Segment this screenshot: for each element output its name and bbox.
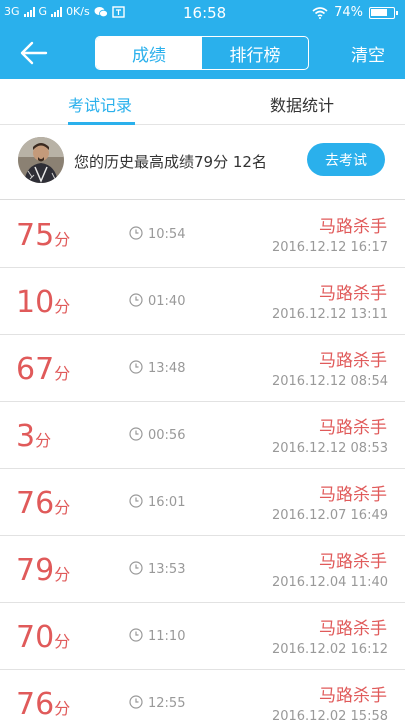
record-title: 马路杀手: [319, 284, 387, 304]
score-value: 79: [16, 553, 55, 588]
list-item[interactable]: 79分 13:53 马路杀手 2016.12.04 11:40: [0, 536, 405, 603]
score-value: 3: [16, 419, 36, 454]
record-title: 马路杀手: [319, 485, 387, 505]
record-date: 2016.12.02 15:58: [271, 709, 388, 720]
score: 75分: [16, 218, 70, 253]
score-value: 76: [16, 486, 55, 521]
record-title: 马路杀手: [319, 217, 387, 237]
status-left: 3G G 0K/s: [4, 5, 125, 18]
score-unit: 分: [54, 498, 71, 517]
score-value: 70: [16, 620, 55, 655]
notification-icon: [112, 5, 125, 18]
list-item[interactable]: 76分 16:01 马路杀手 2016.12.07 16:49: [0, 469, 405, 536]
segment-control: 成绩 排行榜: [95, 36, 309, 70]
tab-scores[interactable]: 成绩: [96, 37, 202, 69]
battery-percent: 74%: [334, 5, 363, 20]
tab-ranking[interactable]: 排行榜: [202, 37, 308, 69]
nav-bar: 成绩 排行榜 清空: [0, 27, 405, 79]
score-unit: 分: [54, 297, 71, 316]
duration: 00:56: [148, 428, 186, 443]
clock-icon: [129, 427, 143, 441]
clock-icon: [129, 628, 143, 642]
score-value: 10: [16, 285, 55, 320]
wechat-icon: [94, 6, 108, 17]
battery-icon: [369, 6, 398, 19]
list-item[interactable]: 10分 01:40 马路杀手 2016.12.12 13:11: [0, 268, 405, 335]
clear-button[interactable]: 清空: [351, 41, 385, 66]
signal-icon: [23, 6, 35, 17]
duration: 11:10: [148, 629, 186, 644]
duration: 13:53: [148, 562, 186, 577]
status-bar: 3G G 0K/s 16:58 74%: [0, 0, 405, 27]
score-unit: 分: [54, 565, 71, 584]
score: 67分: [16, 352, 70, 387]
tab-indicator: [68, 122, 135, 125]
score-unit: 分: [35, 431, 52, 450]
network-speed: 0K/s: [66, 5, 90, 18]
take-exam-button[interactable]: 去考试: [307, 143, 385, 176]
back-button[interactable]: [18, 39, 50, 67]
summary-bar: 您的历史最高成绩79分 12名 去考试: [0, 126, 405, 200]
score-unit: 分: [54, 230, 71, 249]
record-date: 2016.12.12 13:11: [271, 307, 388, 322]
record-title: 马路杀手: [319, 351, 387, 371]
record-title: 马路杀手: [319, 619, 387, 639]
tab-exam-records[interactable]: 考试记录: [68, 92, 132, 116]
network-type-2: G: [38, 5, 48, 18]
score-value: 67: [16, 352, 55, 387]
score-unit: 分: [54, 699, 71, 718]
duration: 16:01: [148, 495, 186, 510]
score-unit: 分: [54, 364, 71, 383]
score-value: 75: [16, 218, 55, 253]
clock-icon: [129, 226, 143, 240]
records-list: 75分 10:54 马路杀手 2016.12.12 16:17 10分 01:40 马路杀手…: [0, 201, 405, 720]
wifi-icon: [312, 6, 328, 19]
clock-icon: [129, 695, 143, 709]
clock-icon: [129, 561, 143, 575]
score-unit: 分: [54, 632, 71, 651]
network-type-1: 3G: [4, 5, 20, 18]
score: 79分: [16, 553, 70, 588]
record-date: 2016.12.12 08:54: [271, 374, 388, 389]
score-value: 76: [16, 687, 55, 720]
record-title: 马路杀手: [319, 418, 387, 438]
list-item[interactable]: 67分 13:48 马路杀手 2016.12.12 08:54: [0, 335, 405, 402]
list-item[interactable]: 70分 11:10 马路杀手 2016.12.02 16:12: [0, 603, 405, 670]
avatar: [18, 137, 64, 183]
duration: 10:54: [148, 227, 186, 242]
signal-icon-2: [51, 6, 63, 17]
clock-icon: [129, 494, 143, 508]
score: 76分: [16, 687, 70, 720]
duration: 01:40: [148, 294, 186, 309]
record-date: 2016.12.07 16:49: [271, 508, 388, 523]
record-title: 马路杀手: [319, 686, 387, 706]
arrow-left-icon: [20, 41, 48, 65]
record-date: 2016.12.12 16:17: [271, 240, 388, 255]
status-time: 16:58: [183, 4, 227, 22]
record-date: 2016.12.04 11:40: [271, 575, 388, 590]
record-date: 2016.12.02 16:12: [271, 642, 388, 657]
clock-icon: [129, 360, 143, 374]
score: 3分: [16, 419, 51, 454]
best-score-text: 您的历史最高成绩79分 12名: [74, 153, 267, 171]
status-right: 74%: [312, 5, 398, 20]
score: 10分: [16, 285, 70, 320]
sub-tabs: 考试记录 数据统计: [0, 79, 405, 125]
record-date: 2016.12.12 08:53: [271, 441, 388, 456]
clock-icon: [129, 293, 143, 307]
score: 76分: [16, 486, 70, 521]
tab-statistics[interactable]: 数据统计: [270, 92, 334, 116]
duration: 12:55: [148, 696, 186, 711]
list-item[interactable]: 3分 00:56 马路杀手 2016.12.12 08:53: [0, 402, 405, 469]
list-item[interactable]: 76分 12:55 马路杀手 2016.12.02 15:58: [0, 670, 405, 720]
duration: 13:48: [148, 361, 186, 376]
score: 70分: [16, 620, 70, 655]
list-item[interactable]: 75分 10:54 马路杀手 2016.12.12 16:17: [0, 201, 405, 268]
record-title: 马路杀手: [319, 552, 387, 572]
